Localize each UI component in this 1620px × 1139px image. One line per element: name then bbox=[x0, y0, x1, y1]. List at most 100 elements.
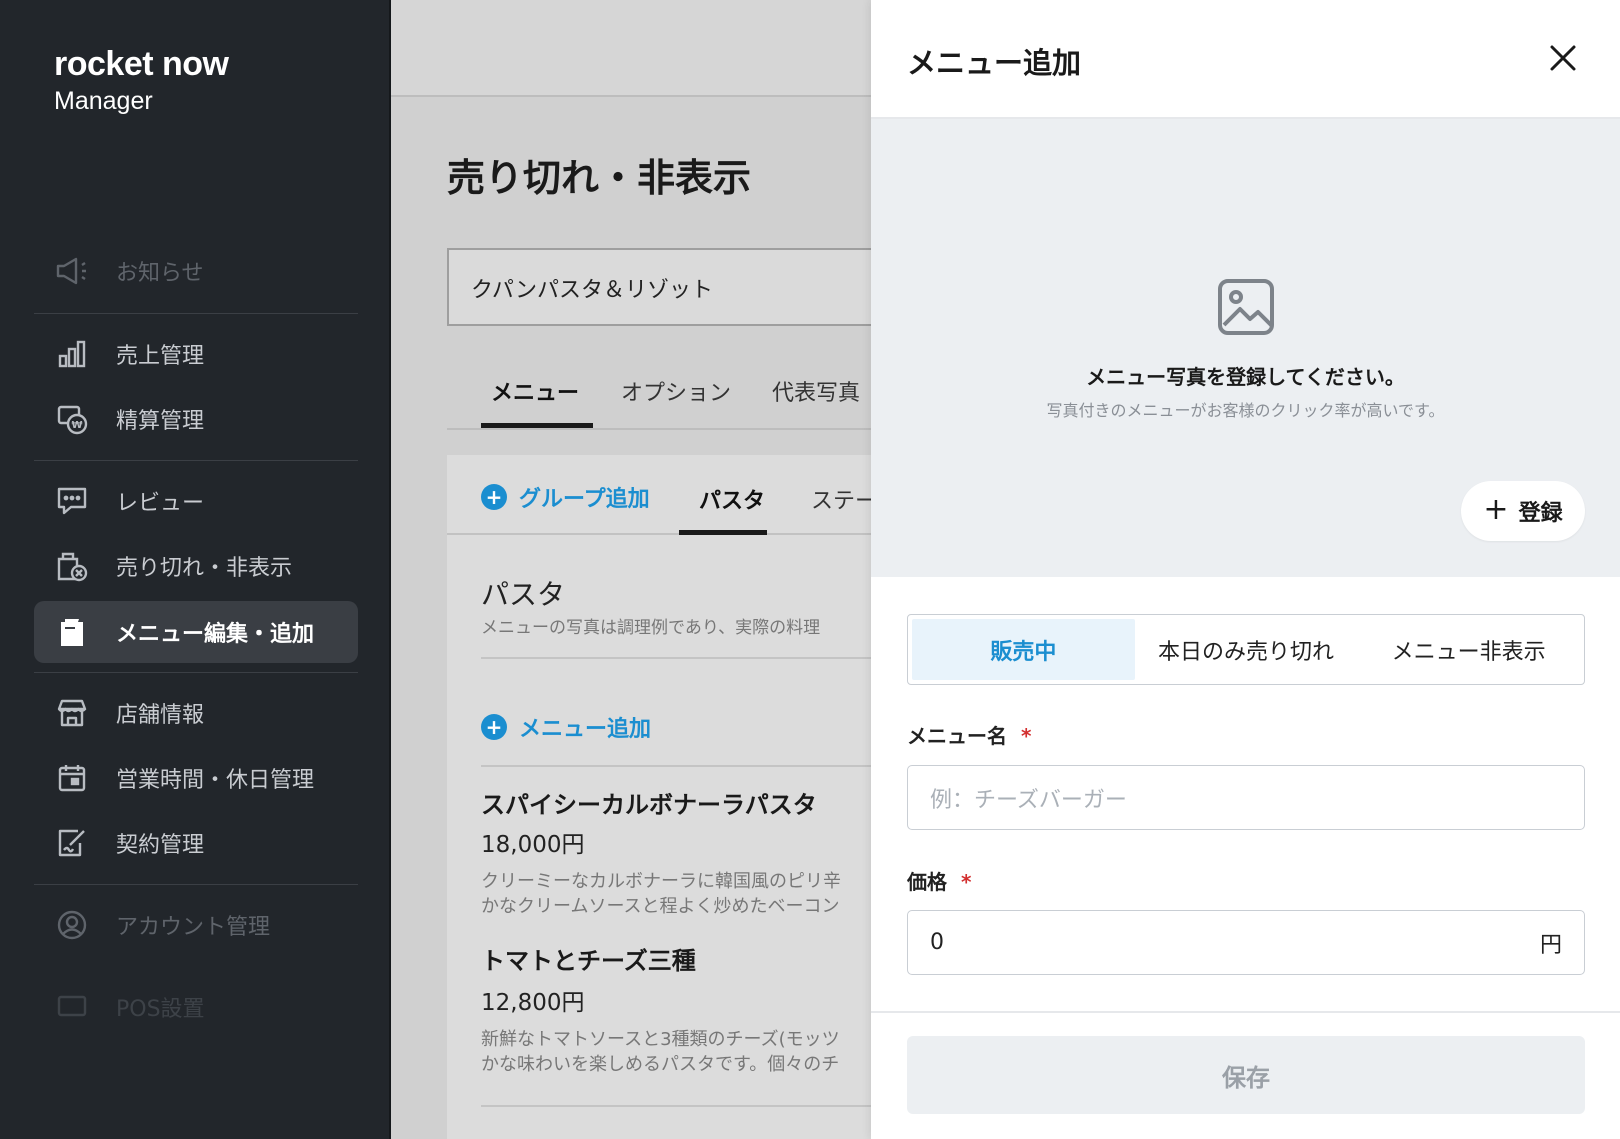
status-hidden[interactable]: メニュー非表示 bbox=[1357, 619, 1580, 680]
sidebar-item-soldout[interactable]: 売り切れ・非表示 bbox=[34, 535, 358, 597]
group-tab-steak[interactable]: ステー bbox=[811, 483, 871, 515]
store-icon bbox=[54, 695, 90, 731]
sidebar-item-menu-edit[interactable]: メニュー編集・追加 bbox=[34, 601, 358, 663]
menu-item-desc: クリーミーなカルボナーラに韓国風のピリ辛 bbox=[481, 871, 841, 892]
group-bar: + グループ追加 パスタ ステー bbox=[447, 455, 871, 535]
status-soldout-today[interactable]: 本日のみ売り切れ bbox=[1135, 619, 1358, 680]
drawer-footer-divider bbox=[871, 1011, 1620, 1013]
nav-divider bbox=[34, 672, 358, 673]
tab-menu[interactable]: メニュー bbox=[491, 375, 579, 407]
store-select[interactable]: クパンパスタ＆リゾット bbox=[447, 248, 871, 326]
menu-name-label-text: メニュー名 bbox=[907, 724, 1007, 748]
logo: rocket now Manager bbox=[54, 44, 229, 116]
sidebar-item-label: 売上管理 bbox=[116, 344, 205, 369]
menu-item-desc: 新鮮なトマトソースと3種類のチーズ(モッツ bbox=[481, 1029, 840, 1050]
menu-name-placeholder: 例：チーズバーガー bbox=[930, 787, 1127, 813]
nav-divider bbox=[34, 313, 358, 314]
sidebar-item-label: アカウント管理 bbox=[116, 915, 271, 940]
sidebar-item-label: POS設置 bbox=[116, 997, 205, 1022]
sidebar-item-sales[interactable]: 売上管理 bbox=[34, 323, 358, 385]
settlement-icon: ₩ bbox=[54, 401, 90, 437]
calendar-icon bbox=[54, 760, 90, 796]
menu-name-input[interactable]: 例：チーズバーガー bbox=[907, 765, 1585, 830]
menu-panel: + グループ追加 パスタ ステー パスタ メニューの写真は調理例であり、実際の料… bbox=[447, 455, 871, 1139]
plus-circle-icon: + bbox=[481, 484, 507, 510]
group-add-label: グループ追加 bbox=[519, 487, 650, 512]
nav-divider bbox=[34, 460, 358, 461]
close-icon[interactable] bbox=[1547, 42, 1579, 74]
section-title: パスタ bbox=[481, 578, 566, 611]
bar-chart-icon bbox=[54, 336, 90, 372]
menu-item-price: 18,000円 bbox=[481, 832, 585, 858]
sidebar-item-label: 精算管理 bbox=[116, 409, 205, 434]
megaphone-icon bbox=[54, 253, 90, 289]
top-bar bbox=[391, 0, 871, 97]
sidebar-item-pos[interactable]: POS設置 bbox=[34, 976, 358, 1038]
menu-item-price: 12,800円 bbox=[481, 990, 585, 1016]
logo-brand: rocket now bbox=[54, 45, 229, 83]
status-segmented-control: 販売中 本日のみ売り切れ メニュー非表示 bbox=[907, 614, 1585, 685]
price-label: 価格 * bbox=[907, 866, 971, 895]
tab-option[interactable]: オプション bbox=[621, 375, 731, 407]
plus-circle-icon: + bbox=[481, 714, 507, 740]
sidebar-item-label: 売り切れ・非表示 bbox=[116, 556, 293, 581]
plus-icon: + bbox=[1483, 491, 1509, 527]
tab-photo[interactable]: 代表写真 bbox=[772, 375, 860, 407]
menu-item-name[interactable]: スパイシーカルボナーラパスタ bbox=[481, 785, 817, 820]
divider bbox=[481, 1105, 871, 1107]
sidebar-item-notice[interactable]: お知らせ bbox=[34, 240, 358, 302]
sidebar-item-review[interactable]: レビュー bbox=[34, 470, 358, 532]
sidebar-item-account[interactable]: アカウント管理 bbox=[34, 894, 358, 956]
group-tab-underline bbox=[679, 530, 767, 535]
review-chat-icon bbox=[54, 483, 90, 519]
sidebar-item-hours[interactable]: 営業時間・休日管理 bbox=[34, 747, 358, 809]
sidebar-item-label: メニュー編集・追加 bbox=[116, 622, 315, 647]
image-icon bbox=[1216, 277, 1276, 337]
sidebar-item-label: 営業時間・休日管理 bbox=[116, 768, 315, 793]
menu-item-desc: かなクリームソースと程よく炒めたベーコン bbox=[481, 896, 840, 917]
sidebar-item-label: レビュー bbox=[116, 491, 205, 516]
price-unit: 円 bbox=[1539, 932, 1562, 958]
sidebar-item-store[interactable]: 店舗情報 bbox=[34, 682, 358, 744]
group-add-button[interactable]: + グループ追加 bbox=[481, 481, 650, 513]
divider bbox=[481, 765, 871, 767]
pos-icon bbox=[54, 989, 90, 1025]
menu-add-label: メニュー追加 bbox=[519, 717, 652, 742]
save-button[interactable]: 保存 bbox=[907, 1036, 1585, 1114]
soldout-icon bbox=[54, 548, 90, 584]
sidebar-item-label: お知らせ bbox=[116, 261, 204, 286]
sidebar: rocket now Manager お知らせ 売上管理 ₩ 精算管理 レビュー… bbox=[0, 0, 391, 1139]
tab-underline bbox=[481, 423, 593, 428]
menu-item-name[interactable]: トマトとチーズ三種 bbox=[481, 941, 696, 976]
menu-item-desc: かな味わいを楽しめるパスタです。個々のチ bbox=[481, 1054, 840, 1075]
main-tabs: メニュー オプション 代表写真 bbox=[447, 355, 871, 430]
contract-icon bbox=[54, 825, 90, 861]
section-note: メニューの写真は調理例であり、実際の料理 bbox=[481, 618, 821, 638]
photo-title: メニュー写真を登録してください。 bbox=[1086, 365, 1405, 389]
required-mark: * bbox=[961, 870, 972, 894]
price-value: 0 bbox=[930, 930, 944, 955]
photo-subtitle: 写真付きのメニューがお客様のクリック率が高いです。 bbox=[1046, 401, 1445, 420]
page-title: 売り切れ・非表示 bbox=[447, 156, 752, 200]
price-input[interactable]: 0 円 bbox=[907, 910, 1585, 975]
logo-sub: Manager bbox=[54, 87, 153, 115]
menu-add-button[interactable]: + メニュー追加 bbox=[481, 711, 651, 743]
group-tab-pasta[interactable]: パスタ bbox=[699, 483, 765, 515]
sidebar-item-contract[interactable]: 契約管理 bbox=[34, 812, 358, 874]
sidebar-item-label: 店舗情報 bbox=[116, 703, 205, 728]
price-label-text: 価格 bbox=[907, 870, 947, 894]
status-on-sale[interactable]: 販売中 bbox=[912, 619, 1135, 680]
divider bbox=[481, 657, 871, 659]
sidebar-item-settlement[interactable]: ₩ 精算管理 bbox=[34, 388, 358, 450]
menu-name-label: メニュー名 * bbox=[907, 720, 1031, 749]
svg-text:₩: ₩ bbox=[71, 420, 82, 431]
main-content: 売り切れ・非表示 クパンパスタ＆リゾット メニュー オプション 代表写真 + グ… bbox=[391, 97, 871, 1139]
required-mark: * bbox=[1021, 724, 1032, 748]
register-label: 登録 bbox=[1518, 501, 1563, 526]
nav-divider bbox=[34, 884, 358, 885]
sidebar-item-label: 契約管理 bbox=[116, 833, 205, 858]
photo-upload-area: メニュー写真を登録してください。 写真付きのメニューがお客様のクリック率が高いで… bbox=[871, 119, 1620, 577]
account-icon bbox=[54, 907, 90, 943]
menu-book-icon bbox=[54, 614, 90, 650]
register-photo-button[interactable]: + 登録 bbox=[1461, 481, 1585, 541]
